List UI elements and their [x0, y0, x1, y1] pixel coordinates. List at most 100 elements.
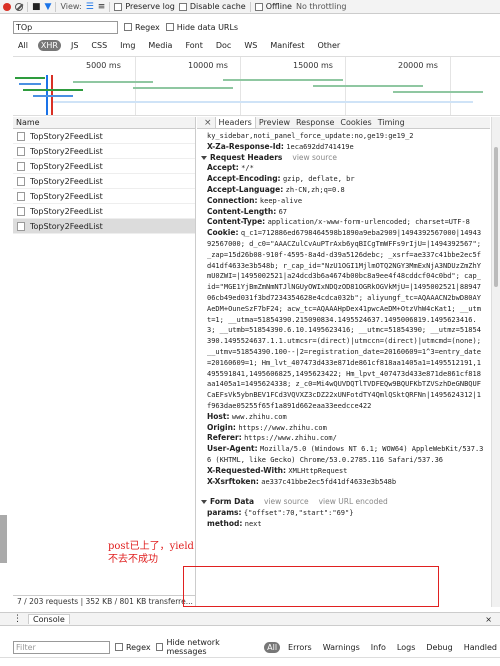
- form-data-line: method: next: [207, 519, 484, 530]
- camera-icon[interactable]: ■: [32, 2, 41, 12]
- tab-console[interactable]: Console: [28, 614, 70, 624]
- header-key: Connection:: [207, 195, 258, 205]
- disable-cache-checkbox[interactable]: Disable cache: [178, 2, 246, 11]
- checkbox-icon[interactable]: [178, 2, 187, 11]
- view-source-link[interactable]: view source: [264, 497, 309, 506]
- header-value: https://www.zhihu.com: [238, 423, 327, 432]
- header-key: X-Xsrftoken:: [207, 476, 259, 486]
- waterfall-view-icon[interactable]: ≡: [98, 2, 106, 12]
- list-view-icon[interactable]: ☰: [86, 2, 94, 12]
- console-output[interactable]: [0, 657, 500, 666]
- checkbox-icon[interactable]: [254, 2, 263, 11]
- close-icon[interactable]: ×: [201, 118, 215, 128]
- document-icon: [17, 206, 25, 216]
- type-xhr[interactable]: XHR: [37, 39, 61, 51]
- tab-headers[interactable]: Headers: [214, 117, 256, 128]
- clear-icon[interactable]: [15, 2, 23, 11]
- network-toolbar: ■ ▼ View: ☰ ≡ Preserve log Disable cache…: [0, 0, 500, 14]
- request-row[interactable]: TopStory2FeedList: [13, 144, 195, 159]
- request-row[interactable]: TopStory2FeedList: [13, 159, 195, 174]
- request-row[interactable]: TopStory2FeedList: [13, 129, 195, 144]
- checkbox-icon[interactable]: [124, 23, 132, 31]
- type-doc[interactable]: Doc: [213, 40, 234, 51]
- hide-network-checkbox[interactable]: Hide network messages: [155, 638, 259, 656]
- request-name: TopStory2FeedList: [30, 221, 103, 231]
- header-key: X-Requested-With:: [207, 465, 286, 475]
- detail-tabs: × Headers Preview Response Cookies Timin…: [197, 117, 490, 129]
- level-logs[interactable]: Logs: [394, 642, 418, 653]
- checkbox-icon[interactable]: [165, 23, 174, 31]
- request-header-line: Origin: https://www.zhihu.com: [207, 423, 484, 434]
- level-all[interactable]: All: [264, 641, 281, 653]
- form-key: params:: [207, 508, 242, 518]
- level-errors[interactable]: Errors: [285, 642, 315, 653]
- level-info[interactable]: Info: [368, 642, 389, 653]
- type-css[interactable]: CSS: [88, 40, 110, 51]
- scrollbar-thumb[interactable]: [494, 147, 498, 287]
- timeline-bar: [393, 91, 483, 93]
- filter-icon[interactable]: ▼: [45, 2, 52, 12]
- request-row-selected[interactable]: TopStory2FeedList: [13, 219, 195, 234]
- record-icon[interactable]: [3, 2, 11, 11]
- network-status-bar: 7 / 203 requests | 352 KB / 801 KB trans…: [13, 595, 196, 607]
- tab-preview[interactable]: Preview: [256, 117, 293, 128]
- tab-response[interactable]: Response: [293, 117, 337, 128]
- type-ws[interactable]: WS: [241, 40, 260, 51]
- console-filter-input[interactable]: Filter: [13, 640, 110, 654]
- drawer-menu-icon[interactable]: ⋮: [13, 614, 22, 624]
- type-other[interactable]: Other: [314, 40, 343, 51]
- header-key: Accept-Encoding:: [207, 174, 281, 184]
- view-url-encoded-link[interactable]: view URL encoded: [319, 497, 388, 506]
- level-warnings[interactable]: Warnings: [320, 642, 363, 653]
- filter-row: TOp Regex Hide data URLs: [0, 19, 500, 35]
- type-manifest[interactable]: Manifest: [267, 40, 307, 51]
- throttling-select[interactable]: No throttling: [296, 2, 347, 11]
- detail-scrollbar[interactable]: [491, 117, 500, 607]
- console-filter-row: Filter Regex Hide network messages All E…: [0, 638, 500, 656]
- type-font[interactable]: Font: [182, 40, 205, 51]
- preserve-log-checkbox[interactable]: Preserve log: [114, 2, 175, 11]
- request-header-line: Content-Length: 67: [207, 207, 484, 218]
- header-key: Cookie:: [207, 228, 239, 238]
- checkbox-icon[interactable]: [114, 2, 123, 11]
- regex-checkbox[interactable]: Regex: [124, 23, 160, 32]
- timeline-overview[interactable]: 5000 ms 10000 ms 15000 ms 20000 ms: [13, 56, 500, 116]
- filter-input[interactable]: TOp: [13, 20, 118, 34]
- type-all[interactable]: All: [15, 40, 31, 51]
- tab-timing[interactable]: Timing: [375, 117, 408, 128]
- timeline-gridline: [450, 57, 451, 115]
- request-row[interactable]: TopStory2FeedList: [13, 174, 195, 189]
- level-debug[interactable]: Debug: [423, 642, 455, 653]
- header-key: Content-Type:: [207, 217, 266, 227]
- left-scrollbar[interactable]: [0, 515, 7, 563]
- type-js[interactable]: JS: [68, 40, 81, 51]
- name-column-header[interactable]: Name: [16, 118, 40, 127]
- header-value: XMLHttpRequest: [288, 466, 348, 475]
- level-handled[interactable]: Handled: [461, 642, 500, 653]
- tab-cookies[interactable]: Cookies: [337, 117, 374, 128]
- timeline-tick: 10000 ms: [188, 61, 228, 70]
- request-row[interactable]: TopStory2FeedList: [13, 204, 195, 219]
- view-source-link[interactable]: view source: [292, 153, 337, 162]
- header-key: X-Za-Response-Id:: [207, 141, 284, 151]
- offline-checkbox[interactable]: Offline: [254, 2, 292, 11]
- request-header-line: User-Agent: Mozilla/5.0 (Windows NT 6.1;…: [207, 444, 484, 466]
- checkbox-icon[interactable]: [155, 643, 164, 651]
- header-key: User-Agent:: [207, 444, 258, 454]
- document-icon: [17, 131, 25, 141]
- request-headers-section[interactable]: Request Headers view source: [201, 153, 484, 164]
- request-row[interactable]: TopStory2FeedList: [13, 189, 195, 204]
- close-drawer-icon[interactable]: ×: [485, 615, 500, 624]
- type-media[interactable]: Media: [145, 40, 175, 51]
- checkbox-icon[interactable]: [114, 643, 123, 651]
- timeline-tick: 20000 ms: [398, 61, 438, 70]
- header-value: application/x-www-form-urlencoded; chars…: [267, 218, 470, 227]
- type-img[interactable]: Img: [117, 40, 138, 51]
- header-value: https://www.zhihu.com/: [244, 434, 337, 443]
- form-key: method:: [207, 518, 243, 528]
- hide-data-urls-checkbox[interactable]: Hide data URLs: [165, 23, 238, 32]
- request-list-header[interactable]: Name: [13, 117, 195, 129]
- drawer-tabs: ⋮ Console ×: [0, 612, 500, 626]
- form-data-section[interactable]: Form Data view source view URL encoded: [201, 497, 484, 508]
- regex-checkbox[interactable]: Regex: [114, 643, 151, 652]
